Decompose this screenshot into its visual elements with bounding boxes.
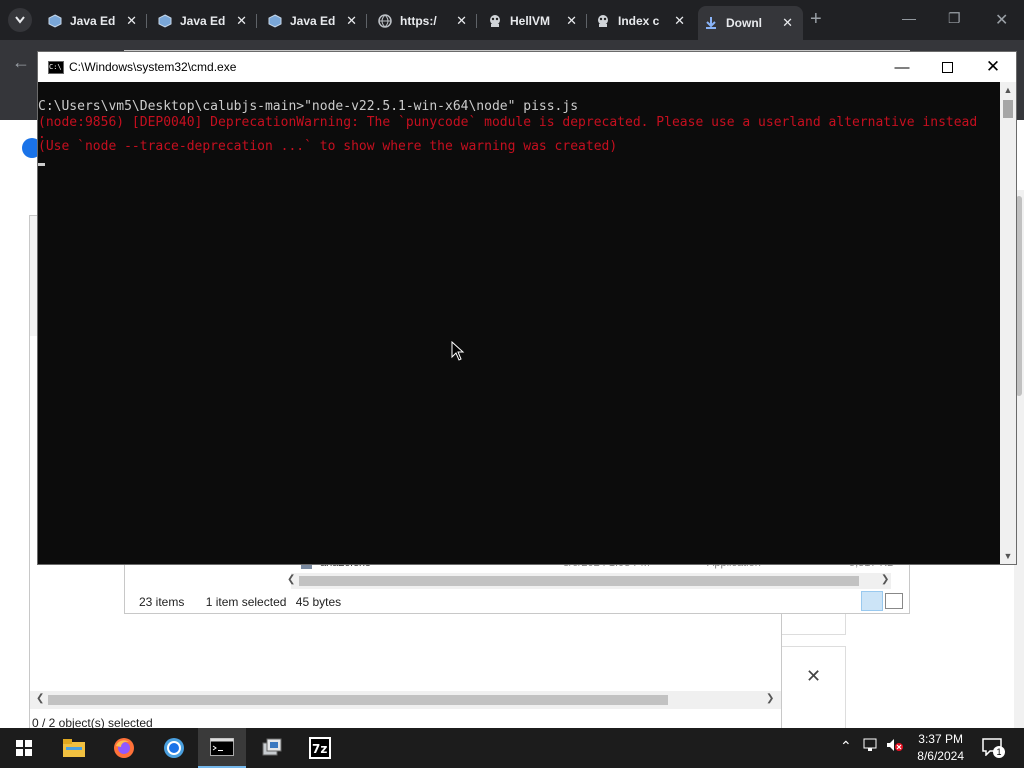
cmd-window[interactable]: C:\ C:\Windows\system32\cmd.exe — ✕ C:\U… — [38, 52, 1016, 564]
cmd-icon: C:\ — [48, 61, 64, 74]
browser-tab-4[interactable]: https:/ ✕ — [372, 8, 477, 34]
browser-tab-2[interactable]: Java Ed ✕ — [152, 8, 257, 34]
close-icon[interactable]: ✕ — [346, 13, 357, 29]
details-view-icon[interactable] — [861, 591, 883, 611]
taskbar-firefox[interactable] — [100, 728, 148, 768]
close-icon[interactable]: ✕ — [995, 10, 1008, 30]
taskbar-cmd[interactable] — [198, 728, 246, 768]
chevron-down-icon — [15, 16, 25, 24]
network-icon[interactable] — [863, 738, 879, 755]
notification-badge: 1 — [993, 746, 1005, 758]
windows-logo-icon — [16, 740, 32, 756]
taskbar-7zip[interactable]: 7z — [296, 728, 344, 768]
text-cursor — [38, 163, 45, 166]
tab-label: Downl — [726, 16, 762, 30]
horizontal-scrollbar[interactable]: ❮ ❯ — [30, 691, 781, 709]
close-icon[interactable]: ✕ — [126, 13, 137, 29]
chevron-up-icon[interactable]: ⌃ — [840, 738, 852, 755]
start-button[interactable] — [0, 728, 48, 768]
svg-text:7z: 7z — [312, 742, 327, 756]
browser-tab-7-active[interactable]: Downl ✕ — [698, 6, 803, 40]
cmd-title-bar[interactable]: C:\ C:\Windows\system32\cmd.exe — ✕ — [38, 52, 1016, 82]
firefox-icon — [114, 738, 134, 758]
browser-tab-6[interactable]: Index c ✕ — [590, 8, 695, 34]
maximize-icon — [941, 61, 953, 73]
scroll-thumb[interactable] — [1016, 196, 1022, 396]
maximize-button[interactable] — [932, 56, 962, 78]
browser-tab-3[interactable]: Java Ed ✕ — [262, 8, 367, 34]
scroll-thumb[interactable] — [48, 695, 668, 705]
hellvm-icon — [488, 14, 502, 28]
tab-label: https:/ — [400, 14, 437, 28]
large-icons-view-icon[interactable] — [885, 593, 903, 609]
status-bar: 23 items 1 item selected 45 bytes — [139, 595, 899, 609]
clock-time: 3:37 PM — [918, 732, 963, 746]
file-explorer-icon — [63, 739, 85, 757]
close-button[interactable]: ✕ — [978, 56, 1008, 78]
cube-icon — [158, 14, 172, 28]
tab-label: Index c — [618, 14, 660, 28]
close-icon[interactable]: ✕ — [806, 666, 821, 687]
console-output[interactable]: C:\Users\vm5\Desktop\calubjs-main>"node-… — [38, 82, 1000, 581]
back-arrow-icon[interactable]: ← — [12, 52, 30, 73]
clock-date: 8/6/2024 — [917, 749, 964, 763]
browser-tab-strip: Java Ed ✕ Java Ed ✕ Java Ed ✕ https:/ ✕ … — [0, 0, 1024, 40]
minimize-icon[interactable]: — — [902, 10, 916, 26]
close-icon[interactable]: ✕ — [236, 13, 247, 29]
cube-icon — [268, 14, 282, 28]
scroll-up-icon[interactable]: ▲ — [1000, 82, 1016, 98]
tab-label: HellVM — [510, 14, 551, 28]
browser-tab-5[interactable]: HellVM ✕ — [482, 8, 587, 34]
scroll-down-icon[interactable]: ▼ — [1000, 548, 1016, 564]
new-tab-button[interactable]: + — [810, 8, 822, 31]
mouse-pointer-icon — [451, 341, 465, 361]
tab-label: Java Ed — [180, 14, 226, 28]
cmd-icon — [210, 738, 234, 756]
close-icon[interactable]: ✕ — [566, 13, 577, 29]
taskbar-file-explorer[interactable] — [50, 728, 98, 768]
taskbar-network-app[interactable] — [248, 728, 296, 768]
vertical-scrollbar[interactable]: ▲ ▼ — [1000, 82, 1016, 564]
cube-icon — [48, 14, 62, 28]
tab-label: Java Ed — [70, 14, 116, 28]
selection-count: 1 item selected — [205, 595, 287, 609]
tab-search-button[interactable] — [8, 8, 32, 32]
7zip-icon: 7z — [309, 737, 331, 759]
download-panel — [780, 646, 846, 730]
scroll-thumb[interactable] — [1003, 100, 1013, 118]
network-app-icon — [262, 738, 282, 756]
console-line: (node:9856) [DEP0040] DeprecationWarning… — [38, 115, 978, 130]
selection-size: 45 bytes — [295, 595, 342, 609]
scroll-left-icon[interactable]: ❮ — [36, 693, 44, 704]
close-icon[interactable]: ✕ — [456, 13, 467, 29]
tab-label: Java Ed — [290, 14, 336, 28]
close-icon[interactable]: ✕ — [782, 15, 793, 31]
minimize-button[interactable]: — — [887, 56, 917, 78]
download-icon — [704, 16, 718, 30]
console-line: C:\Users\vm5\Desktop\calubjs-main>"node-… — [38, 99, 579, 114]
taskbar-chrome[interactable] — [150, 728, 198, 768]
console-line: (Use `node --trace-deprecation ...` to s… — [38, 139, 618, 154]
cmd-title: C:\Windows\system32\cmd.exe — [69, 60, 237, 74]
globe-icon — [378, 14, 392, 28]
close-icon[interactable]: ✕ — [674, 13, 685, 29]
browser-tab-1[interactable]: Java Ed ✕ — [42, 8, 147, 34]
taskbar-clock[interactable]: 3:37 PM 8/6/2024 — [917, 731, 964, 765]
restore-icon[interactable]: ❐ — [948, 10, 961, 27]
volume-muted-icon[interactable] — [886, 738, 904, 755]
taskbar: 7z ⌃ 3:37 PM 8/6/2024 1 — [0, 728, 1024, 768]
chrome-icon — [164, 738, 184, 758]
item-count: 23 items — [139, 595, 185, 609]
scroll-right-icon[interactable]: ❯ — [766, 693, 774, 704]
console-line: . — [38, 127, 46, 142]
hellvm-icon — [596, 14, 610, 28]
notification-center-button[interactable]: 1 — [982, 738, 1005, 761]
